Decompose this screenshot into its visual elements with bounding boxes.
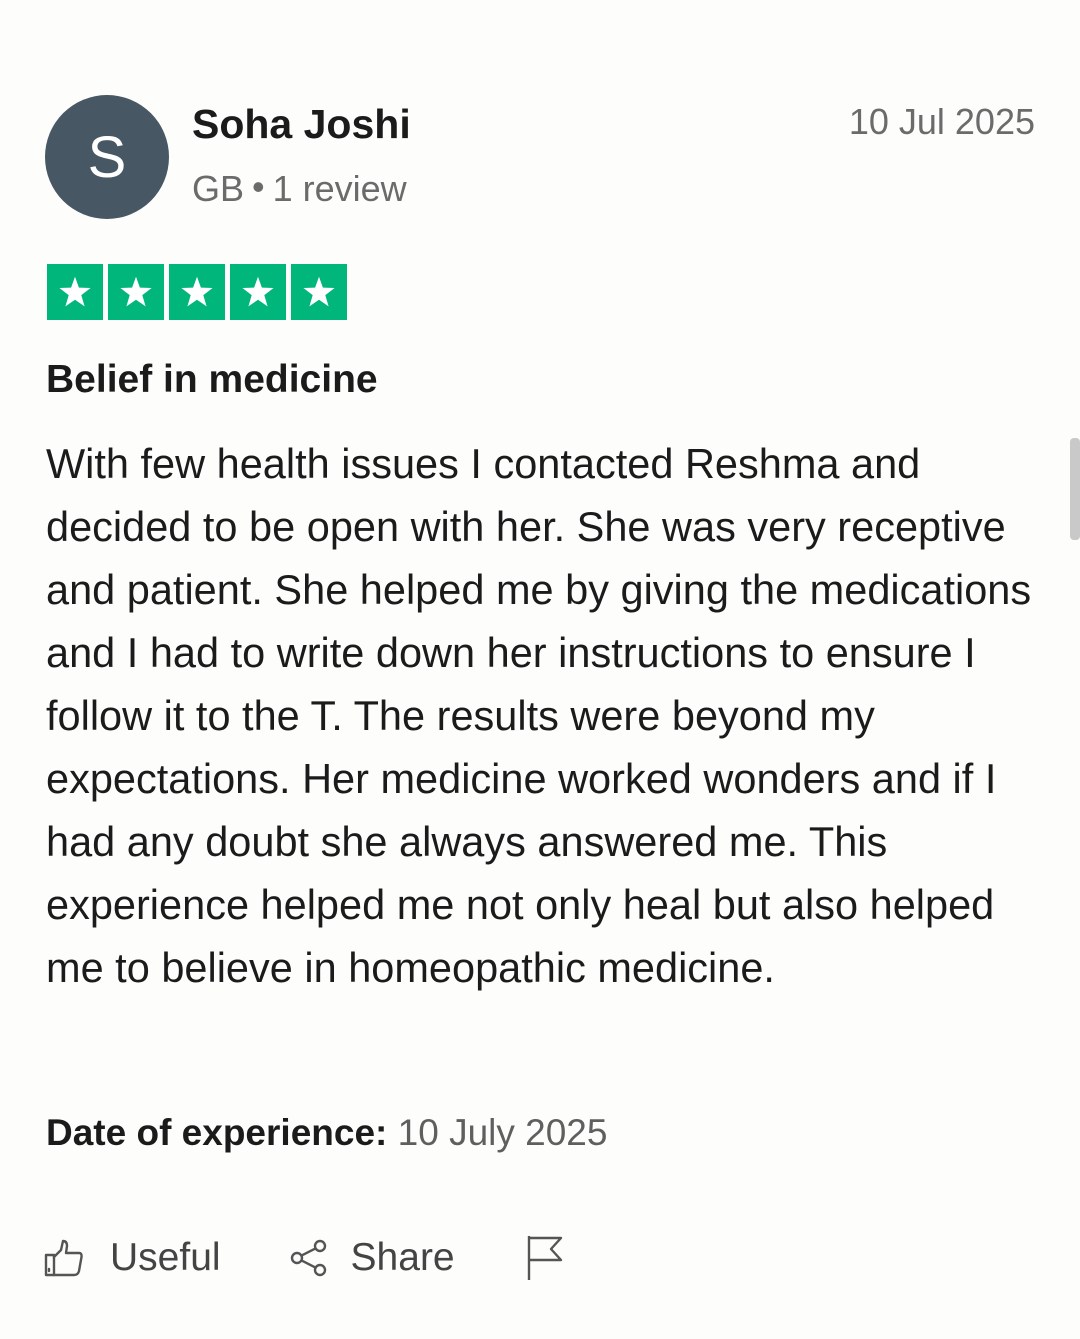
reviewer-name[interactable]: Soha Joshi: [192, 101, 411, 148]
useful-label: Useful: [110, 1236, 221, 1279]
review-actions: Useful Share: [44, 1230, 565, 1286]
star-icon: [291, 264, 347, 320]
share-button[interactable]: Share: [289, 1236, 455, 1280]
reviewer-review-count: 1 review: [272, 168, 407, 209]
useful-button[interactable]: Useful: [44, 1236, 221, 1280]
star-icon: [230, 264, 286, 320]
star-icon: [169, 264, 225, 320]
review-date: 10 Jul 2025: [848, 101, 1035, 142]
share-label: Share: [350, 1236, 455, 1279]
thumbs-up-icon: [44, 1239, 83, 1277]
report-button[interactable]: [525, 1234, 565, 1282]
reviewer-meta: GB • 1 review: [192, 166, 407, 210]
meta-separator: •: [252, 166, 265, 207]
avatar[interactable]: S: [45, 95, 169, 219]
scrollbar[interactable]: [1070, 438, 1080, 540]
experience-date: 10 July 2025: [397, 1112, 608, 1153]
reviewer-country: GB: [192, 168, 245, 209]
star-rating: [47, 264, 347, 320]
date-of-experience: Date of experience: 10 July 2025: [46, 1112, 607, 1154]
share-icon: [290, 1239, 326, 1277]
reviewer-header: S Soha Joshi GB • 1 review 10 Jul 2025: [45, 95, 1035, 219]
star-icon: [47, 264, 103, 320]
review-title[interactable]: Belief in medicine: [46, 358, 378, 402]
experience-label: Date of experience:: [46, 1112, 388, 1153]
star-icon: [108, 264, 164, 320]
flag-icon: [527, 1236, 562, 1280]
review-body: With few health issues I contacted Reshm…: [46, 440, 1032, 991]
